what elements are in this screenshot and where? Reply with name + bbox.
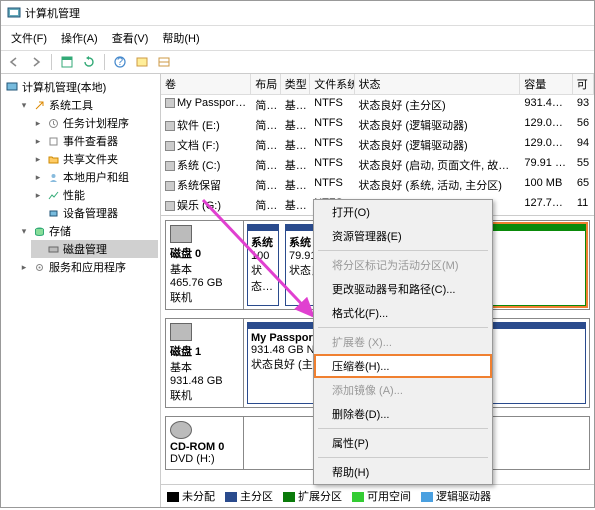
ctx-change[interactable]: 更改驱动器号和路径(C)... xyxy=(314,277,492,301)
perf-icon xyxy=(46,188,60,202)
ctx-mark: 将分区标记为活动分区(M) xyxy=(314,253,492,277)
window-title: 计算机管理 xyxy=(25,5,80,21)
ctx-open[interactable]: 打开(O) xyxy=(314,200,492,224)
tree-services[interactable]: ▸服务和应用程序 xyxy=(17,258,158,276)
refresh-button[interactable] xyxy=(80,53,98,71)
ctx-extend: 扩展卷 (X)... xyxy=(314,330,492,354)
nav-tree: 计算机管理(本地) ▾系统工具 ▸任务计划程序 ▸事件查看器 ▸共享文件夹 ▸本… xyxy=(1,74,161,507)
tree-systools[interactable]: ▾系统工具 xyxy=(17,96,158,114)
disk-1-label[interactable]: 磁盘 1 基本 931.48 GB 联机 xyxy=(166,319,244,407)
ctx-props[interactable]: 属性(P) xyxy=(314,431,492,455)
storage-icon xyxy=(32,224,46,238)
menu-bar: 文件(F) 操作(A) 查看(V) 帮助(H) xyxy=(1,26,594,51)
ctx-delete[interactable]: 删除卷(D)... xyxy=(314,402,492,426)
menu-action[interactable]: 操作(A) xyxy=(55,28,104,48)
legend: 未分配 主分区 扩展分区 可用空间 逻辑驱动器 xyxy=(161,484,594,507)
users-icon xyxy=(46,170,60,184)
help-button[interactable]: ? xyxy=(111,53,129,71)
ctx-format[interactable]: 格式化(F)... xyxy=(314,301,492,325)
toolbar: ? xyxy=(1,51,594,74)
menu-view[interactable]: 查看(V) xyxy=(106,28,155,48)
tree-diskmgmt[interactable]: 磁盘管理 xyxy=(31,240,158,258)
col-free[interactable]: 可 xyxy=(573,74,594,94)
menu-help[interactable]: 帮助(H) xyxy=(156,28,205,48)
cdrom-icon xyxy=(170,421,192,439)
clock-icon xyxy=(46,116,60,130)
folder-icon xyxy=(46,152,60,166)
disk-icon xyxy=(170,323,192,341)
tools-icon xyxy=(32,98,46,112)
tree-devmgr[interactable]: 设备管理器 xyxy=(31,204,158,222)
tree-event[interactable]: ▸事件查看器 xyxy=(31,132,158,150)
event-icon xyxy=(46,134,60,148)
tree-shared[interactable]: ▸共享文件夹 xyxy=(31,150,158,168)
view-button[interactable] xyxy=(58,53,76,71)
tree-perf[interactable]: ▸性能 xyxy=(31,186,158,204)
ctx-mirror: 添加镜像 (A)... xyxy=(314,378,492,402)
forward-button[interactable] xyxy=(27,53,45,71)
volume-row[interactable]: 系统保留简单基本NTFS状态良好 (系统, 活动, 主分区)100 MB65 xyxy=(161,175,594,195)
tree-users[interactable]: ▸本地用户和组 xyxy=(31,168,158,186)
cdrom-label[interactable]: CD-ROM 0 DVD (H:) xyxy=(166,417,244,469)
disk-icon xyxy=(46,242,60,256)
services-icon xyxy=(32,260,46,274)
back-button[interactable] xyxy=(5,53,23,71)
computer-icon xyxy=(5,80,19,94)
col-volume[interactable]: 卷 xyxy=(161,74,251,94)
col-status[interactable]: 状态 xyxy=(355,74,521,94)
volume-list-header: 卷 布局 类型 文件系统 状态 容量 可 xyxy=(161,74,594,95)
disk-icon xyxy=(170,225,192,243)
ctx-shrink[interactable]: 压缩卷(H)... xyxy=(314,354,492,378)
col-type[interactable]: 类型 xyxy=(281,74,311,94)
volume-list: 卷 布局 类型 文件系统 状态 容量 可 My Passport (D:)简单基… xyxy=(161,74,594,216)
grid-button[interactable] xyxy=(155,53,173,71)
device-icon xyxy=(46,206,60,220)
context-menu: 打开(O) 资源管理器(E) 将分区标记为活动分区(M) 更改驱动器号和路径(C… xyxy=(313,199,493,485)
volume-row[interactable]: My Passport (D:)简单基本NTFS状态良好 (主分区)931.48… xyxy=(161,95,594,115)
col-capacity[interactable]: 容量 xyxy=(520,74,572,94)
volume-row[interactable]: 文档 (F:)简单基本NTFS状态良好 (逻辑驱动器)129.01 GB94 xyxy=(161,135,594,155)
menu-file[interactable]: 文件(F) xyxy=(5,28,53,48)
ctx-help[interactable]: 帮助(H) xyxy=(314,460,492,484)
app-icon xyxy=(7,6,21,20)
tree-task[interactable]: ▸任务计划程序 xyxy=(31,114,158,132)
title-bar: 计算机管理 xyxy=(1,1,594,26)
tree-root[interactable]: 计算机管理(本地) xyxy=(3,78,158,96)
svg-text:?: ? xyxy=(117,56,123,68)
volume-row[interactable]: 系统 (C:)简单基本NTFS状态良好 (启动, 页面文件, 故障转储, 主分区… xyxy=(161,155,594,175)
col-layout[interactable]: 布局 xyxy=(251,74,281,94)
partition-reserved[interactable]: 系统100状态… xyxy=(247,224,279,306)
tree-storage[interactable]: ▾存储 xyxy=(17,222,158,240)
volume-row[interactable]: 软件 (E:)简单基本NTFS状态良好 (逻辑驱动器)129.01 GB56 xyxy=(161,115,594,135)
ctx-explorer[interactable]: 资源管理器(E) xyxy=(314,224,492,248)
col-fs[interactable]: 文件系统 xyxy=(310,74,354,94)
list-button[interactable] xyxy=(133,53,151,71)
disk-0-label[interactable]: 磁盘 0 基本 465.76 GB 联机 xyxy=(166,221,244,309)
